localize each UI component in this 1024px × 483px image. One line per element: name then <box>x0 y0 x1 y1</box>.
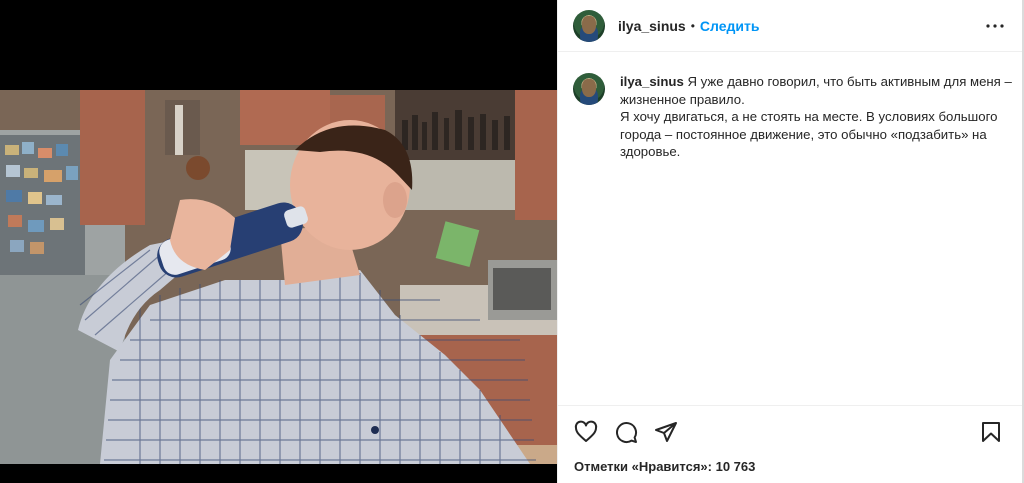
author-username[interactable]: ilya_sinus <box>618 18 686 34</box>
paper-plane-icon <box>655 422 677 442</box>
caption-line-1: Я уже давно говорил, что быть активным д… <box>683 74 1012 89</box>
save-button[interactable] <box>979 420 1003 444</box>
author-avatar[interactable] <box>573 9 605 42</box>
caption-line-5: здоровье. <box>620 144 681 159</box>
post-actions-section: Отметки «Нравится»: 10 763 <box>558 405 1023 483</box>
caption-username[interactable]: ilya_sinus <box>620 74 684 89</box>
like-button[interactable] <box>574 420 598 444</box>
comment-icon <box>616 422 638 444</box>
post-media[interactable] <box>0 0 557 483</box>
likes-count[interactable]: Отметки «Нравится»: 10 763 <box>574 459 755 474</box>
post-header: ilya_sinus • Следить <box>558 0 1023 52</box>
post-caption: ilya_sinus Я уже давно говорил, что быть… <box>573 73 1013 161</box>
post-photo[interactable] <box>0 90 557 464</box>
share-button[interactable] <box>654 420 678 444</box>
comment-button[interactable] <box>614 420 638 444</box>
kitchen-photo-illustration <box>0 90 557 464</box>
heart-icon <box>574 420 598 442</box>
bookmark-icon <box>982 422 1000 442</box>
caption-line-3: Я хочу двигаться, а не стоять на месте. … <box>620 109 998 124</box>
more-options-button[interactable] <box>985 16 1005 36</box>
post-actions <box>574 420 678 444</box>
caption-avatar[interactable] <box>573 73 605 105</box>
follow-button[interactable]: Следить <box>700 18 760 34</box>
post-panel: ilya_sinus • Следить ilya_sinus Я уже да… <box>557 0 1023 483</box>
caption-line-4: города – постоянное движение, это обычно… <box>620 126 987 142</box>
separator-dot: • <box>690 18 695 33</box>
caption-line-2: жизненное правило. <box>620 91 745 107</box>
caption-text: ilya_sinus Я уже давно говорил, что быть… <box>620 73 1013 161</box>
more-horizontal-icon <box>986 24 1004 28</box>
